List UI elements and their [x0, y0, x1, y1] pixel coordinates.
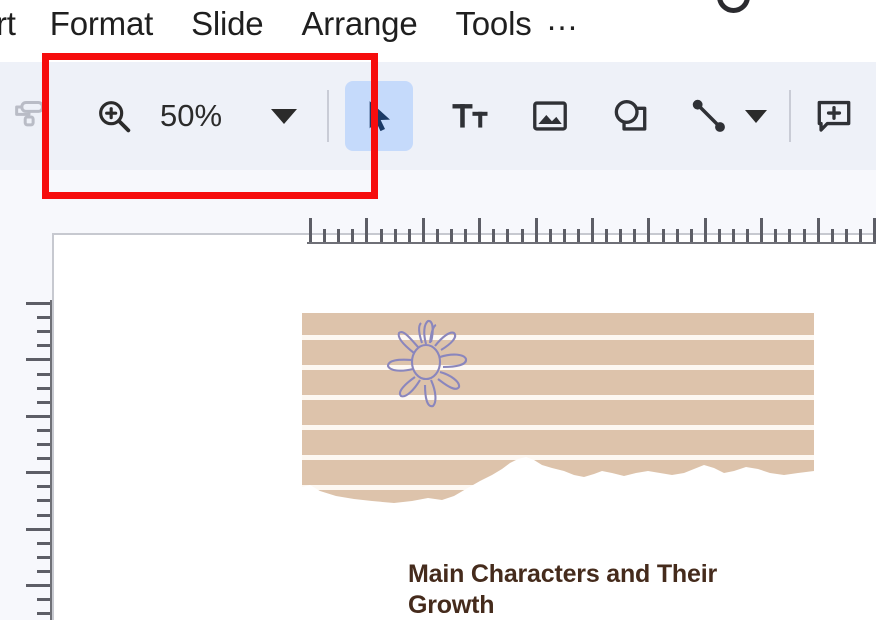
ruler-tick — [37, 372, 50, 376]
ruler-tick — [26, 414, 50, 418]
ruler-tick — [464, 229, 468, 242]
ruler-tick — [647, 218, 651, 242]
paint-format-icon[interactable] — [6, 87, 52, 145]
ruler-tick — [421, 218, 425, 242]
ruler-tick — [393, 229, 397, 242]
ruler-tick — [492, 229, 496, 242]
ruler-tick — [520, 229, 524, 242]
add-comment-icon[interactable] — [813, 87, 855, 145]
ruler-tick — [562, 229, 566, 242]
slides-editor-window: rt Format Slide Arrange Tools … 50% Main… — [0, 0, 876, 620]
ruler-tick — [703, 218, 707, 242]
ruler-tick — [788, 229, 792, 242]
ruler-tick — [802, 229, 806, 242]
ruler-tick — [337, 229, 341, 242]
ruler-tick — [746, 229, 750, 242]
insert-shape-icon[interactable] — [609, 87, 651, 145]
insert-line-icon[interactable] — [689, 87, 729, 145]
menu-arrange[interactable]: Arrange — [301, 5, 417, 43]
toolbar-divider — [327, 90, 330, 142]
ruler-baseline — [307, 242, 876, 244]
ruler-tick — [633, 229, 637, 242]
vertical-ruler[interactable] — [22, 300, 52, 620]
insert-image-icon[interactable] — [529, 87, 571, 145]
slide-title-textbox[interactable]: Main Characters and Their Growth — [408, 559, 808, 620]
ruler-tick — [844, 229, 848, 242]
ruler-tick — [605, 229, 609, 242]
ruler-tick — [37, 443, 50, 446]
toolbar-divider-2 — [789, 90, 792, 142]
ruler-tick — [830, 229, 834, 242]
ruler-tick — [689, 229, 693, 242]
ruler-tick — [351, 229, 355, 242]
ruler-tick — [309, 218, 312, 242]
ruler-tick — [661, 229, 665, 242]
ruler-tick — [37, 499, 50, 503]
banner-stripe — [302, 425, 814, 430]
ruler-tick — [619, 229, 623, 242]
zoom-in-magnifier-icon[interactable] — [94, 87, 134, 145]
ruler-tick — [450, 229, 453, 242]
ruler-tick — [37, 598, 50, 602]
editor-canvas-area: Main Characters and Their Growth — [0, 170, 876, 620]
menu-format[interactable]: Format — [50, 5, 154, 43]
ruler-tick — [26, 302, 50, 305]
menu-insert-clipped[interactable]: rt — [0, 5, 16, 43]
ruler-baseline — [50, 300, 52, 620]
menu-overflow-button[interactable]: … — [546, 2, 579, 39]
ruler-tick — [506, 229, 510, 242]
ruler-tick — [717, 229, 721, 242]
ruler-tick — [37, 569, 50, 573]
ruler-tick — [760, 218, 764, 242]
ruler-tick — [37, 330, 50, 334]
line-dropdown-chevron-down-icon[interactable] — [745, 87, 768, 145]
ruler-tick — [478, 218, 482, 242]
ruler-tick — [379, 229, 383, 242]
ruler-tick — [37, 513, 50, 517]
ruler-tick — [323, 229, 327, 242]
ruler-tick — [37, 400, 50, 404]
ruler-tick — [774, 229, 778, 242]
ruler-tick — [26, 584, 50, 587]
toolbar: 50% — [0, 62, 876, 170]
ruler-tick — [732, 229, 735, 242]
ruler-tick — [37, 541, 50, 545]
ruler-tick — [407, 229, 411, 242]
slide-canvas[interactable]: Main Characters and Their Growth — [52, 233, 876, 620]
horizontal-ruler[interactable] — [307, 216, 876, 244]
menu-slide[interactable]: Slide — [191, 5, 264, 43]
text-box-icon[interactable] — [449, 87, 491, 145]
account-avatar[interactable] — [717, 0, 750, 13]
ruler-tick — [37, 555, 50, 559]
ruler-tick — [26, 527, 50, 531]
ruler-tick — [37, 612, 50, 616]
ruler-tick — [816, 218, 820, 242]
ruler-tick — [37, 344, 50, 348]
decorative-banner-image[interactable] — [302, 313, 814, 511]
ruler-tick — [591, 218, 594, 242]
menu-bar: rt Format Slide Arrange Tools … — [0, 0, 876, 48]
ruler-tick — [534, 218, 538, 242]
ruler-tick — [26, 471, 50, 475]
ruler-tick — [435, 229, 439, 242]
ruler-tick — [37, 386, 50, 390]
ruler-tick — [37, 485, 50, 489]
menu-tools[interactable]: Tools — [455, 5, 531, 43]
ruler-tick — [858, 229, 862, 242]
ruler-tick — [365, 218, 369, 242]
ruler-tick — [37, 316, 50, 320]
ruler-tick — [26, 358, 50, 362]
ruler-tick — [675, 229, 679, 242]
zoom-level-value[interactable]: 50% — [160, 98, 222, 134]
cursor-arrow-icon[interactable] — [345, 81, 414, 151]
ruler-tick — [576, 229, 580, 242]
flower-doodle — [386, 319, 468, 408]
ruler-tick — [548, 229, 552, 242]
banner-bottom-edge — [302, 457, 814, 511]
ruler-tick — [37, 428, 50, 432]
zoom-dropdown-chevron-down-icon[interactable] — [271, 87, 298, 145]
ruler-tick — [37, 457, 50, 461]
